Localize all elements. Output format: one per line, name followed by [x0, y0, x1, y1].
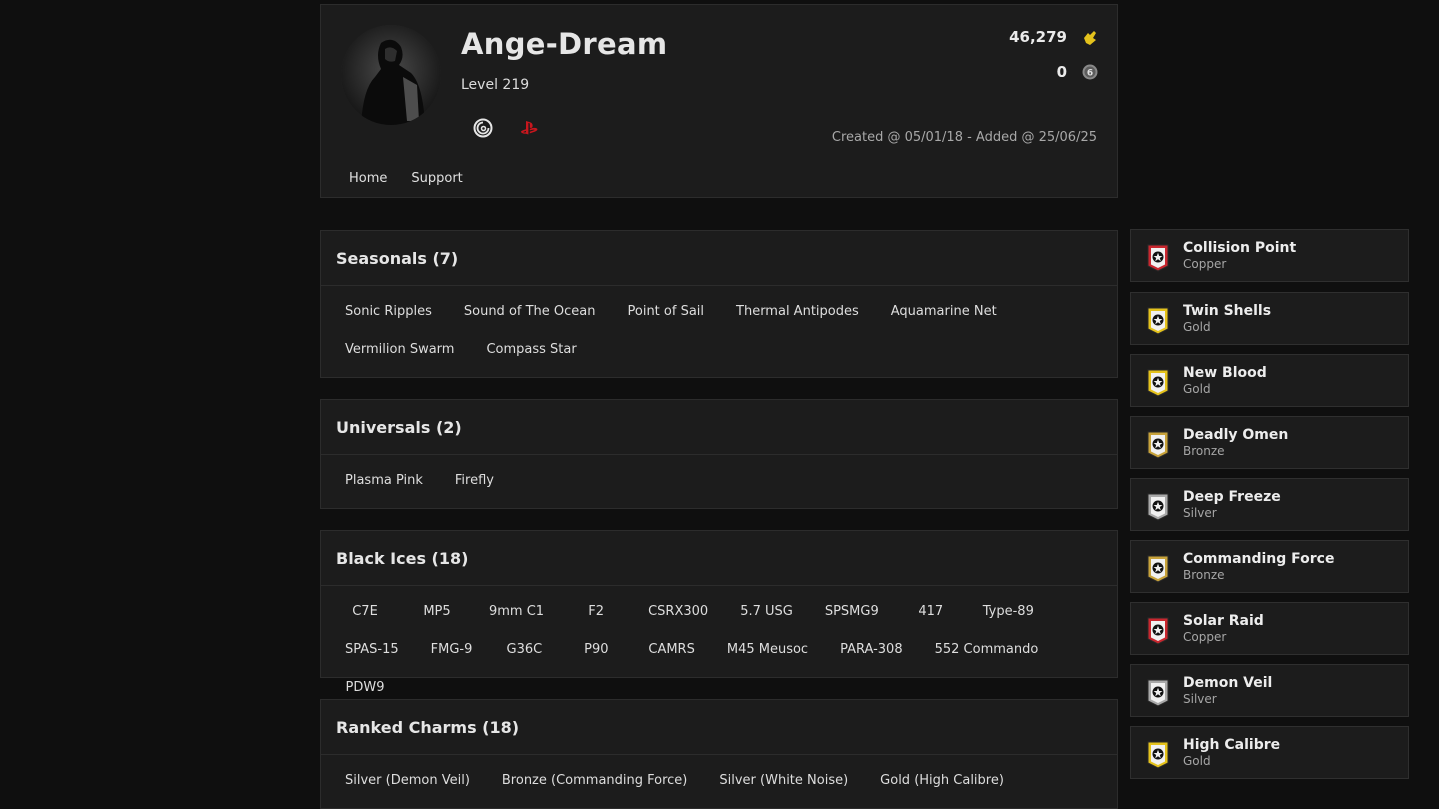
- rank-season-name: Solar Raid: [1183, 613, 1264, 629]
- rank-tier: Bronze: [1183, 568, 1225, 582]
- rank-card[interactable]: Solar Raid Copper: [1130, 602, 1409, 655]
- section-title: Black Ices (18): [321, 531, 1117, 586]
- rank-tier: Gold: [1183, 320, 1211, 334]
- rank-card[interactable]: New Blood Gold: [1130, 354, 1409, 407]
- item-chip[interactable]: Gold (High Calibre): [864, 762, 1020, 800]
- rank-card[interactable]: High Calibre Gold: [1130, 726, 1409, 779]
- black-ices-section: Black Ices (18) C7E MP5 9mm C1 F2 CSRX300 5.7…: [320, 530, 1118, 695]
- rank-tier: Silver: [1183, 692, 1217, 706]
- rank-tier: Silver: [1183, 506, 1217, 520]
- rank-badge-icon: [1145, 305, 1171, 335]
- item-chip[interactable]: Type-89: [967, 593, 1050, 631]
- profile-card: Ange-Dream Level 219 46,279 0 6 Created …: [320, 4, 1118, 198]
- item-chip[interactable]: PARA-308: [824, 631, 919, 669]
- rank-season-name: Deadly Omen: [1183, 427, 1289, 443]
- section-title: Ranked Charms (18): [321, 700, 1117, 755]
- rank-card[interactable]: Demon Veil Silver: [1130, 664, 1409, 717]
- rank-season-name: New Blood: [1183, 365, 1267, 381]
- seasonals-list: Sonic Ripples Sound of The Ocean Point of …: [321, 286, 1117, 377]
- rank-card[interactable]: Commanding Force Bronze: [1130, 540, 1409, 593]
- item-chip[interactable]: Silver (White Noise): [703, 762, 864, 800]
- universals-section: Universals (2) Plasma Pink Firefly: [320, 399, 1118, 509]
- rank-tier: Gold: [1183, 382, 1211, 396]
- item-chip[interactable]: MP5: [401, 593, 473, 631]
- item-chip[interactable]: Compass Star: [470, 331, 592, 369]
- r6-credits-icon: 6: [1081, 63, 1099, 81]
- universals-list: Plasma Pink Firefly: [321, 455, 1117, 508]
- item-chip[interactable]: Bronze (Commanding Force): [486, 762, 704, 800]
- item-chip[interactable]: Firefly: [439, 462, 510, 500]
- item-chip[interactable]: P90: [560, 631, 632, 669]
- rank-card[interactable]: Twin Shells Gold: [1130, 292, 1409, 345]
- rank-badge-icon: [1145, 553, 1171, 583]
- player-level: Level 219: [461, 77, 530, 93]
- section-title: Seasonals (7): [321, 231, 1117, 286]
- rank-card[interactable]: Deep Freeze Silver: [1130, 478, 1409, 531]
- rank-season-name: Commanding Force: [1183, 551, 1335, 567]
- rank-season-name: Demon Veil: [1183, 675, 1273, 691]
- seasonals-section: Seasonals (7) Sonic Ripples Sound of The …: [320, 230, 1118, 378]
- item-chip[interactable]: Plasma Pink: [329, 462, 439, 500]
- black-ices-list: C7E MP5 9mm C1 F2 CSRX300 5.7 USG SPSMG9 417 Typ…: [321, 586, 1117, 715]
- item-chip[interactable]: FMG-9: [415, 631, 489, 669]
- avatar[interactable]: [341, 25, 441, 125]
- profile-nav: Home Support: [349, 171, 463, 186]
- item-chip[interactable]: Point of Sail: [612, 293, 721, 331]
- item-chip[interactable]: SPAS-15: [329, 631, 415, 669]
- rank-badge-icon: [1145, 615, 1171, 645]
- nav-support[interactable]: Support: [411, 171, 462, 186]
- renown-amount: 46,279: [1009, 28, 1067, 46]
- renown-icon: [1081, 29, 1099, 47]
- r6-credits-amount: 0: [1056, 63, 1067, 81]
- rank-card[interactable]: Collision Point Copper: [1130, 229, 1409, 282]
- item-chip[interactable]: 9mm C1: [473, 593, 560, 631]
- item-chip[interactable]: Sonic Ripples: [329, 293, 448, 331]
- rank-tier: Copper: [1183, 257, 1227, 271]
- item-chip[interactable]: G36C: [488, 631, 560, 669]
- ranked-charms-list: Silver (Demon Veil) Bronze (Commanding Fo…: [321, 755, 1117, 808]
- item-chip[interactable]: M45 Meusoc: [711, 631, 824, 669]
- item-chip[interactable]: SPSMG9: [809, 593, 895, 631]
- item-chip[interactable]: CAMRS: [632, 631, 710, 669]
- rank-tier: Copper: [1183, 630, 1227, 644]
- ubisoft-icon[interactable]: [472, 117, 494, 139]
- item-chip[interactable]: Sound of The Ocean: [448, 293, 612, 331]
- account-dates: Created @ 05/01/18 - Added @ 25/06/25: [831, 130, 1097, 145]
- rank-badge-icon: [1145, 429, 1171, 459]
- rank-badge-icon: [1145, 367, 1171, 397]
- rank-badge-icon: [1145, 739, 1171, 769]
- rank-tier: Bronze: [1183, 444, 1225, 458]
- username: Ange-Dream: [461, 27, 668, 61]
- item-chip[interactable]: 417: [895, 593, 967, 631]
- playstation-icon[interactable]: [518, 117, 540, 139]
- section-title: Universals (2): [321, 400, 1117, 455]
- nav-home[interactable]: Home: [349, 171, 387, 186]
- rank-badge-icon: [1145, 491, 1171, 521]
- rank-tier: Gold: [1183, 754, 1211, 768]
- ranked-charms-section: Ranked Charms (18) Silver (Demon Veil) Br…: [320, 699, 1118, 809]
- rank-season-name: Deep Freeze: [1183, 489, 1281, 505]
- rank-season-name: Collision Point: [1183, 240, 1297, 256]
- item-chip[interactable]: C7E: [329, 593, 401, 631]
- rank-badge-icon: [1145, 242, 1171, 272]
- item-chip[interactable]: Thermal Antipodes: [720, 293, 875, 331]
- rank-card[interactable]: Deadly Omen Bronze: [1130, 416, 1409, 469]
- rank-season-name: Twin Shells: [1183, 303, 1272, 319]
- item-chip[interactable]: F2: [560, 593, 632, 631]
- item-chip[interactable]: Vermilion Swarm: [329, 331, 470, 369]
- item-chip[interactable]: Aquamarine Net: [875, 293, 1013, 331]
- item-chip[interactable]: 552 Commando: [919, 631, 1055, 669]
- rank-season-name: High Calibre: [1183, 737, 1281, 753]
- rank-badge-icon: [1145, 677, 1171, 707]
- svg-text:6: 6: [1087, 69, 1093, 79]
- item-chip[interactable]: 5.7 USG: [724, 593, 809, 631]
- item-chip[interactable]: CSRX300: [632, 593, 724, 631]
- item-chip[interactable]: Silver (Demon Veil): [329, 762, 486, 800]
